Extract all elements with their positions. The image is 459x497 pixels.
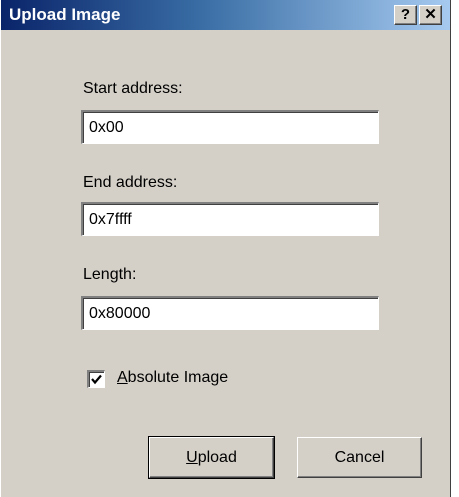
absolute-image-checkbox[interactable]: [87, 370, 105, 388]
start-address-label: Start address:: [83, 80, 183, 97]
absolute-image-label[interactable]: Absolute Image: [117, 369, 228, 387]
upload-label-rest: pload: [197, 449, 237, 466]
help-icon: ?: [400, 6, 411, 23]
upload-image-dialog: Upload Image ? ✕ Start address: End addr…: [0, 0, 451, 497]
absolute-image-mnemonic: A: [117, 369, 128, 386]
length-input[interactable]: [81, 296, 379, 330]
absolute-image-label-rest: bsolute Image: [127, 369, 229, 386]
end-address-label: End address:: [83, 174, 178, 191]
upload-mnemonic: U: [186, 449, 198, 466]
window-title: Upload Image: [9, 5, 121, 24]
cancel-button[interactable]: Cancel: [297, 437, 422, 478]
title-bar[interactable]: Upload Image ? ✕: [1, 0, 450, 30]
help-button[interactable]: ?: [394, 5, 417, 25]
length-label: Length:: [83, 266, 137, 283]
close-button[interactable]: ✕: [419, 5, 442, 25]
end-address-input[interactable]: [81, 202, 379, 236]
close-icon: ✕: [424, 6, 437, 23]
check-mark-icon: [91, 374, 102, 385]
start-address-input[interactable]: [81, 110, 379, 144]
upload-button[interactable]: Upload: [148, 436, 275, 479]
